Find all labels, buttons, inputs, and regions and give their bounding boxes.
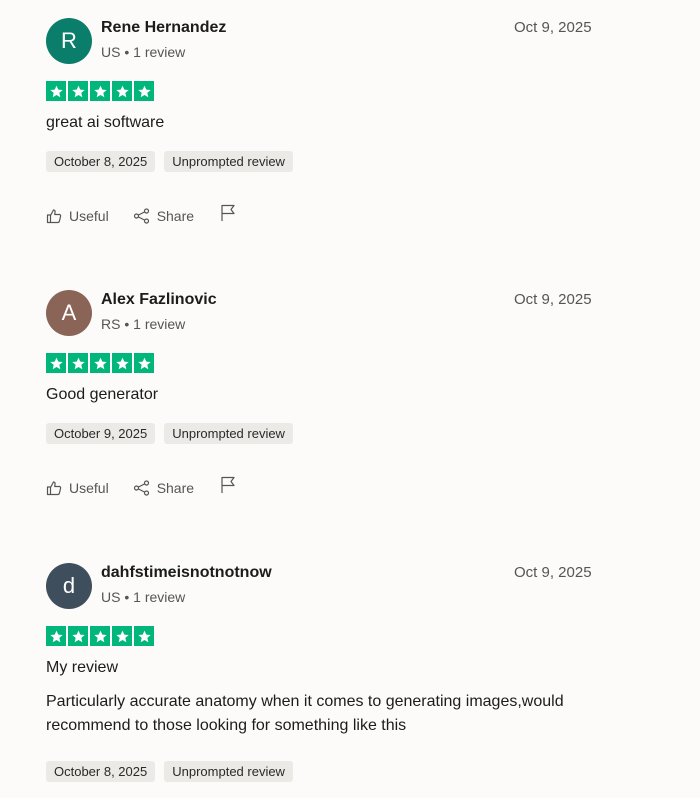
reviewer-country: RS [101,316,121,332]
star-icon [90,353,110,373]
useful-label: Useful [69,479,109,496]
experience-date-chip: October 8, 2025 [46,151,156,172]
star-rating [46,353,154,373]
share-label: Share [156,207,195,224]
star-icon [134,353,154,373]
unprompted-review-chip[interactable]: Unprompted review [164,761,293,782]
reviewer-meta: US • 1 review [101,44,185,60]
star-icon [46,626,66,646]
review-title[interactable]: great ai software [46,114,164,132]
reviewer-name[interactable]: dahfstimeisnotnotnow [101,564,272,582]
thumbs-up-icon [46,208,62,224]
share-label: Share [156,479,195,496]
review-date: Oct 9, 2025 [514,564,592,581]
thumbs-up-icon [46,480,62,496]
review-date: Oct 9, 2025 [514,19,592,36]
useful-button[interactable]: Useful [46,480,109,496]
star-rating [46,626,154,646]
reviewer-name[interactable]: Rene Hernandez [101,19,226,37]
reviewer-country: US [101,589,121,605]
flag-icon[interactable] [220,204,236,227]
star-icon [68,626,88,646]
star-icon [134,626,154,646]
unprompted-review-chip[interactable]: Unprompted review [164,151,293,172]
meta-separator: • [120,316,134,332]
review-date: Oct 9, 2025 [514,291,592,308]
meta-separator: • [120,44,134,60]
useful-button[interactable]: Useful [46,208,109,224]
review-tags: October 8, 2025 Unprompted review [46,151,293,172]
reviewer-review-count: 1 review [133,589,186,605]
review-tags: October 8, 2025 Unprompted review [46,761,293,782]
star-icon [112,353,132,373]
flag-icon[interactable] [220,476,236,499]
share-button[interactable]: Share [133,208,194,224]
star-rating [46,81,154,101]
reviewer-review-count: 1 review [133,44,186,60]
reviewer-review-count: 1 review [133,316,186,332]
reviewer-name[interactable]: Alex Fazlinovic [101,291,217,309]
unprompted-review-chip[interactable]: Unprompted review [164,423,293,444]
star-icon [46,353,66,373]
avatar[interactable]: R [46,18,92,64]
avatar[interactable]: d [46,563,92,609]
review-title[interactable]: My review [46,659,118,677]
review-actions: Useful Share [46,476,236,499]
star-icon [90,81,110,101]
share-button[interactable]: Share [133,480,194,496]
review-actions: Useful Share [46,204,236,227]
star-icon [112,81,132,101]
review-body: Particularly accurate anatomy when it co… [46,693,564,734]
experience-date-chip: October 8, 2025 [46,761,156,782]
star-icon [68,353,88,373]
star-icon [90,626,110,646]
avatar[interactable]: A [46,290,92,336]
star-icon [46,81,66,101]
experience-date-chip: October 9, 2025 [46,423,156,444]
star-icon [112,626,132,646]
star-icon [68,81,88,101]
reviewer-meta: RS • 1 review [101,316,185,332]
review-tags: October 9, 2025 Unprompted review [46,423,293,444]
reviewer-country: US [101,44,121,60]
share-icon [133,479,150,496]
share-icon [133,207,150,224]
reviewer-meta: US • 1 review [101,589,185,605]
meta-separator: • [120,589,134,605]
star-icon [134,81,154,101]
review-title[interactable]: Good generator [46,386,158,404]
useful-label: Useful [69,207,109,224]
